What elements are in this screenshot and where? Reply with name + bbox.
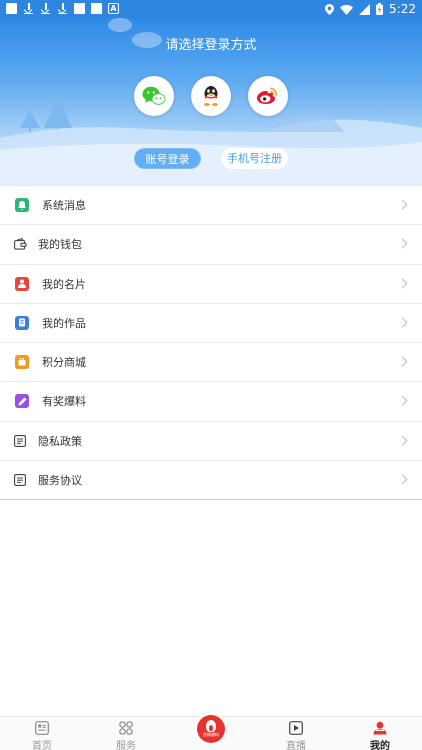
chevron-right-icon: [397, 474, 408, 485]
a-badge-icon: A: [108, 3, 119, 14]
flame-icon: [206, 720, 216, 732]
login-title: 请选择登录方式: [165, 38, 257, 53]
menu-item-label: 积分商城: [42, 356, 86, 370]
menu-item-service-agreement[interactable]: 服务协议: [0, 461, 422, 500]
home-icon: [35, 721, 49, 735]
menu-item-label: 有奖爆料: [42, 395, 86, 409]
reward-tipoff-icon: [15, 394, 29, 409]
menu-item-my-works[interactable]: 我的作品: [0, 304, 422, 343]
service-agreement-icon: [13, 472, 27, 487]
chevron-right-icon: [397, 317, 408, 328]
clock: 5:22: [389, 2, 416, 16]
signal-icon: [359, 3, 371, 15]
chevron-right-icon: [397, 278, 408, 288]
my-works-icon: [15, 315, 29, 330]
menu-item-label: 我的名片: [42, 277, 86, 291]
download-icon: [23, 3, 34, 14]
download-icon: [57, 3, 68, 14]
scenery-decoration: [0, 95, 422, 185]
chevron-right-icon: [397, 395, 408, 406]
menu-item-privacy-policy[interactable]: 隐私政策: [0, 422, 422, 461]
profile-icon: [373, 721, 387, 735]
status-notifications: A: [6, 3, 119, 14]
business-card-icon: [15, 276, 29, 291]
profile-menu: 系统消息 我的钱包 我的名片 我的作品 积分商城 有奖爆料 隐私政策 服务协议: [0, 185, 422, 500]
center-action-label: 投稿爆料: [203, 732, 219, 737]
menu-item-points-mall[interactable]: 积分商城: [0, 343, 422, 383]
menu-item-business-card[interactable]: 我的名片: [0, 265, 422, 304]
download-icon: [40, 3, 51, 14]
status-bar: A 5:22: [0, 0, 422, 18]
center-action-button[interactable]: 投稿爆料: [197, 715, 225, 743]
chevron-right-icon: [397, 199, 408, 210]
tab-label: 服务: [116, 741, 136, 750]
account-login-button[interactable]: 账号登录: [134, 148, 201, 169]
menu-item-label: 我的钱包: [38, 238, 82, 252]
notification-icon: [91, 3, 102, 14]
tab-services[interactable]: 服务: [84, 717, 168, 750]
tab-label: 我的: [370, 741, 390, 750]
privacy-policy-icon: [13, 433, 27, 448]
menu-item-label: 系统消息: [42, 199, 86, 213]
tab-profile[interactable]: 我的: [338, 717, 422, 750]
system-message-icon: [15, 198, 29, 212]
services-icon: [119, 721, 133, 735]
location-icon: [325, 3, 335, 15]
menu-item-label: 服务协议: [38, 473, 82, 487]
tab-live[interactable]: 直播: [254, 717, 338, 750]
menu-item-label: 我的作品: [42, 316, 86, 330]
chevron-right-icon: [397, 356, 408, 367]
status-system: 5:22: [325, 2, 416, 16]
bottom-tab-bar: 首页 服务 投稿爆料 直播 我的: [0, 715, 422, 750]
chevron-right-icon: [397, 238, 408, 249]
tab-label: 直播: [286, 741, 306, 750]
notification-icon: [74, 3, 85, 14]
wallet-icon: [13, 237, 27, 252]
login-header: 请选择登录方式 账号登录 手机号注册: [0, 18, 422, 185]
cloud-decoration: [108, 18, 132, 32]
notification-icon: [6, 3, 17, 14]
menu-item-label: 隐私政策: [38, 434, 82, 448]
phone-register-button[interactable]: 手机号注册: [221, 148, 288, 169]
chevron-right-icon: [397, 435, 408, 445]
menu-item-reward-tipoff[interactable]: 有奖爆料: [0, 382, 422, 422]
tab-home[interactable]: 首页: [0, 717, 84, 750]
menu-item-wallet[interactable]: 我的钱包: [0, 225, 422, 265]
wifi-icon: [340, 4, 354, 15]
tab-label: 首页: [32, 741, 52, 750]
menu-item-system-message[interactable]: 系统消息: [0, 186, 422, 226]
points-mall-icon: [15, 355, 29, 369]
live-icon: [289, 721, 303, 735]
battery-icon: [376, 3, 384, 15]
